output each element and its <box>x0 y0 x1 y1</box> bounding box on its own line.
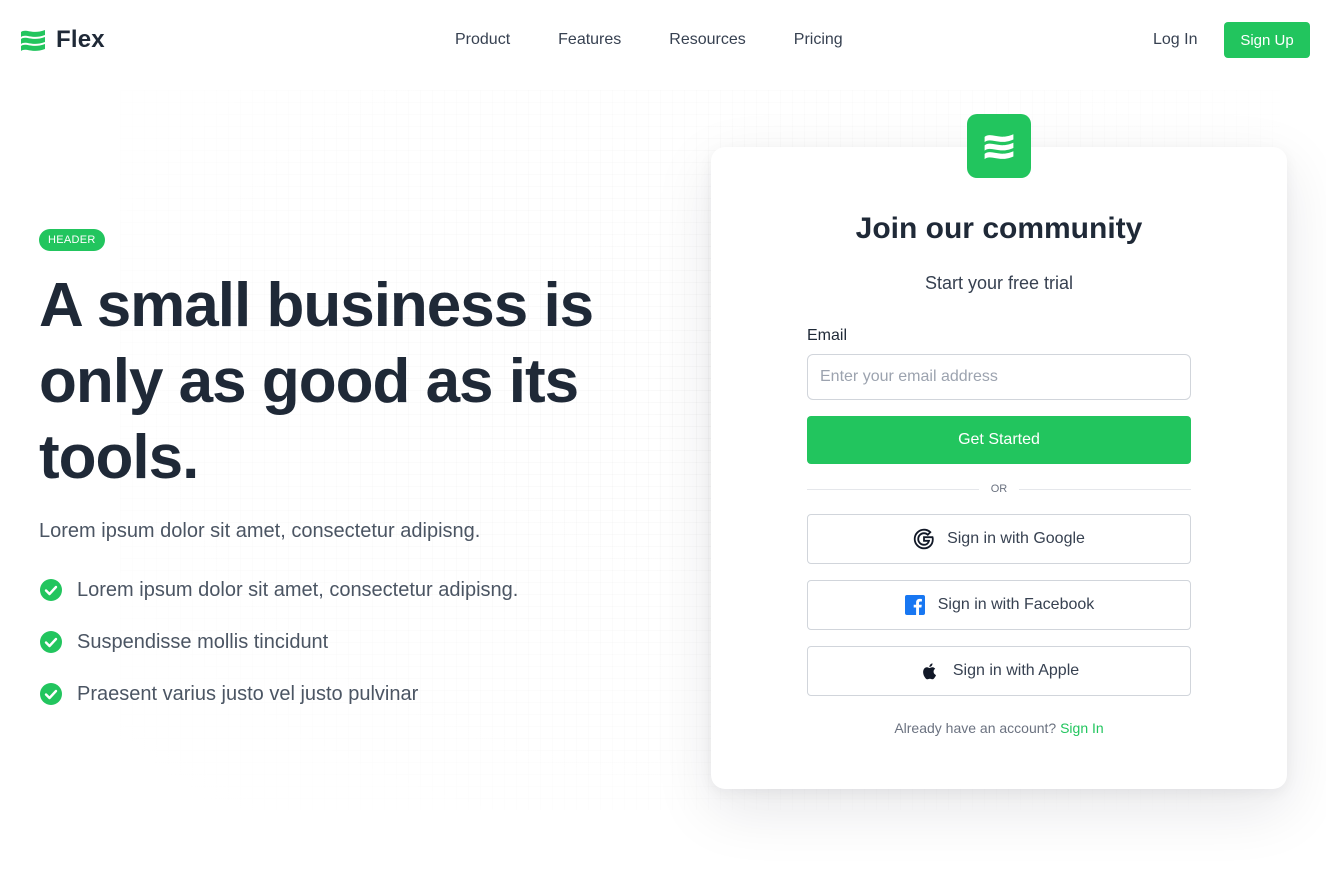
get-started-button[interactable]: Get Started <box>807 416 1191 464</box>
facebook-signin-button[interactable]: Sign in with Facebook <box>807 580 1191 630</box>
hero-headline: A small business is only as good as its … <box>39 271 594 492</box>
flex-waves-icon <box>21 30 45 51</box>
main-menu: Product Features Resources Pricing <box>455 29 891 51</box>
email-field[interactable] <box>807 354 1191 400</box>
feature-item: Lorem ipsum dolor sit amet, consectetur … <box>39 576 518 604</box>
google-signin-label: Sign in with Google <box>947 530 1085 547</box>
hero-subhead: Lorem ipsum dolor sit amet, consectetur … <box>39 520 481 542</box>
nav-item-pricing[interactable]: Pricing <box>794 29 843 51</box>
brand-logo[interactable]: Flex <box>20 24 105 56</box>
feature-list: Lorem ipsum dolor sit amet, consectetur … <box>39 576 518 732</box>
top-navbar: Flex Product Features Resources Pricing … <box>0 0 1326 80</box>
signin-prompt-text: Already have an account? <box>894 720 1057 736</box>
check-circle-icon <box>40 579 62 601</box>
google-signin-button[interactable]: Sign in with Google <box>807 514 1191 564</box>
apple-signin-label: Sign in with Apple <box>952 662 1080 679</box>
divider-text: OR <box>990 483 1008 495</box>
signin-prompt: Already have an account? Sign In <box>711 720 1287 736</box>
brand-name: Flex <box>56 26 105 53</box>
email-label: Email <box>807 327 848 344</box>
divider-line <box>807 488 979 490</box>
card-logo <box>967 114 1031 178</box>
nav-item-product[interactable]: Product <box>455 29 510 51</box>
feature-text: Praesent varius justo vel justo pulvinar <box>77 682 419 705</box>
nav-item-resources[interactable]: Resources <box>669 29 745 51</box>
flex-waves-icon <box>984 134 1014 160</box>
check-circle-icon <box>40 683 62 705</box>
divider-line <box>1019 488 1191 490</box>
apple-icon <box>922 663 936 680</box>
or-divider: OR <box>807 480 1191 498</box>
facebook-signin-label: Sign in with Facebook <box>937 596 1095 613</box>
card-subtitle: Start your free trial <box>924 273 1074 293</box>
signin-link[interactable]: Sign In <box>1060 720 1104 736</box>
facebook-icon <box>904 595 925 615</box>
login-link[interactable]: Log In <box>1153 29 1197 51</box>
nav-item-features[interactable]: Features <box>558 29 621 51</box>
feature-text: Lorem ipsum dolor sit amet, consectetur … <box>77 578 519 601</box>
check-circle-icon <box>40 631 62 653</box>
signup-button[interactable]: Sign Up <box>1224 22 1310 58</box>
feature-item: Praesent varius justo vel justo pulvinar <box>39 680 518 708</box>
card-title: Join our community <box>855 212 1143 245</box>
header-badge: HEADER <box>39 229 105 251</box>
apple-signin-button[interactable]: Sign in with Apple <box>807 646 1191 696</box>
feature-item: Suspendisse mollis tincidunt <box>39 628 518 656</box>
feature-text: Suspendisse mollis tincidunt <box>77 630 329 653</box>
google-icon <box>913 528 934 550</box>
